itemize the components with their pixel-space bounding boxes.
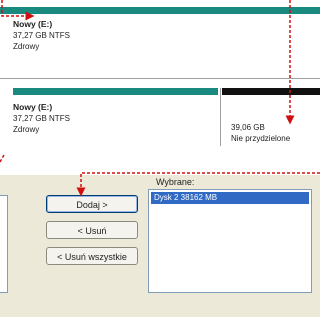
lower-partition-name: Nowy (E:) bbox=[13, 102, 53, 112]
select-disks-dialog: Wybrane: Dodaj > < Usuń < Usuń wszystkie… bbox=[0, 175, 320, 317]
lower-partition-bar bbox=[13, 88, 218, 95]
upper-partition-name: Nowy (E:) bbox=[13, 19, 53, 29]
available-disks-list[interactable] bbox=[0, 195, 8, 293]
upper-partition-size: 37,27 GB NTFS bbox=[13, 31, 70, 40]
row-divider bbox=[0, 78, 320, 79]
selected-label: Wybrane: bbox=[156, 177, 195, 187]
upper-partition-status: Zdrowy bbox=[13, 42, 40, 51]
remove-button[interactable]: < Usuń bbox=[46, 221, 138, 239]
upper-partition-bar bbox=[0, 7, 320, 14]
unallocated-bar bbox=[222, 88, 320, 95]
unallocated-size: 39,06 GB bbox=[231, 123, 265, 132]
selected-disk-item[interactable]: Dysk 2 38162 MB bbox=[151, 192, 309, 204]
unallocated-status: Nie przydzielone bbox=[231, 134, 291, 143]
remove-all-button[interactable]: < Usuń wszystkie bbox=[46, 247, 138, 265]
lower-partition-size: 37,27 GB NTFS bbox=[13, 114, 70, 123]
lower-partition-status: Zdrowy bbox=[13, 125, 40, 134]
unallocated-space[interactable]: 39,06 GB Nie przydzielone bbox=[231, 122, 319, 144]
lower-partition[interactable]: Nowy (E:) 37,27 GB NTFS Zdrowy bbox=[13, 102, 213, 135]
add-button[interactable]: Dodaj > bbox=[46, 195, 138, 213]
selected-disks-list[interactable]: Dysk 2 38162 MB bbox=[148, 189, 312, 293]
disk-map-panel: Nowy (E:) 37,27 GB NTFS Zdrowy Nowy (E:)… bbox=[0, 0, 320, 165]
column-divider bbox=[220, 88, 221, 146]
upper-partition[interactable]: Nowy (E:) 37,27 GB NTFS Zdrowy bbox=[13, 19, 293, 52]
